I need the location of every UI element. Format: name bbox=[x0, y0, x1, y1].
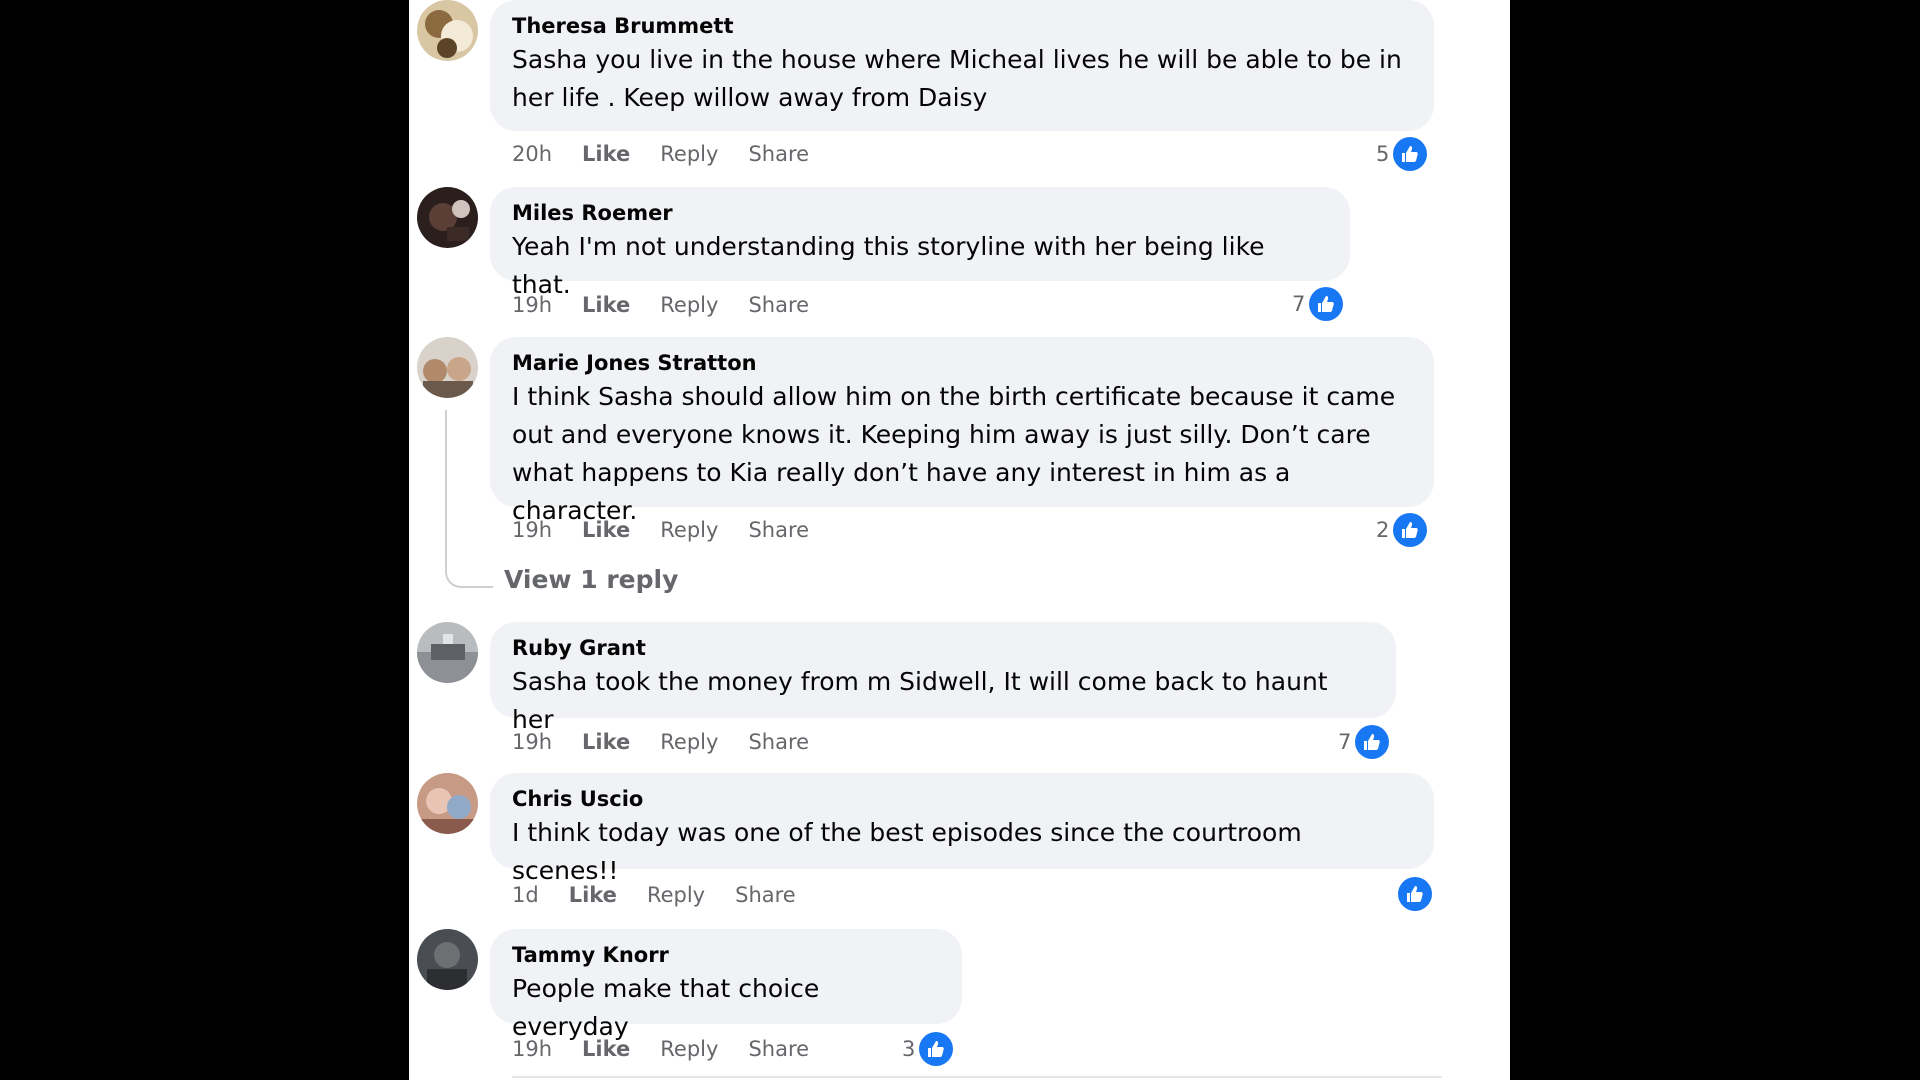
reply-button[interactable]: Reply bbox=[660, 730, 718, 754]
comment-actions: 19h Like Reply Share bbox=[512, 290, 839, 320]
thumbs-up-icon bbox=[1355, 725, 1390, 759]
reaction-count: 3 bbox=[902, 1037, 916, 1061]
comment-author[interactable]: Chris Uscio bbox=[512, 785, 1412, 814]
thumbs-up-icon bbox=[1309, 287, 1344, 321]
view-replies-link[interactable]: View 1 reply bbox=[504, 565, 678, 594]
divider bbox=[512, 1076, 1442, 1078]
like-button[interactable]: Like bbox=[569, 883, 617, 907]
like-button[interactable]: Like bbox=[582, 293, 630, 317]
comments-panel: Theresa Brummett Sasha you live in the h… bbox=[409, 0, 1510, 1080]
comment-author[interactable]: Miles Roemer bbox=[512, 199, 1328, 228]
comment-actions: 1d Like Reply Share bbox=[512, 880, 826, 910]
comment-timestamp[interactable]: 19h bbox=[512, 730, 552, 754]
reaction-summary[interactable] bbox=[1394, 877, 1432, 911]
comment-actions: 19h Like Reply Share bbox=[512, 515, 839, 545]
thumbs-up-icon bbox=[1393, 513, 1428, 547]
comment-bubble: Marie Jones Stratton I think Sasha shoul… bbox=[490, 337, 1434, 525]
thumbs-up-icon bbox=[919, 1032, 954, 1066]
comment-bubble: Theresa Brummett Sasha you live in the h… bbox=[490, 0, 1434, 131]
thumbs-up-icon bbox=[1393, 137, 1428, 171]
avatar[interactable] bbox=[417, 337, 478, 398]
like-button[interactable]: Like bbox=[582, 730, 630, 754]
reaction-summary[interactable]: 3 bbox=[902, 1032, 954, 1066]
avatar[interactable] bbox=[417, 929, 478, 990]
comment-timestamp[interactable]: 19h bbox=[512, 1037, 552, 1061]
comment-author[interactable]: Marie Jones Stratton bbox=[512, 349, 1412, 378]
comment-bubble: Miles Roemer Yeah I'm not understanding … bbox=[490, 187, 1350, 299]
comment-text: I think today was one of the best episod… bbox=[512, 818, 1302, 885]
avatar[interactable] bbox=[417, 187, 478, 248]
comment-timestamp[interactable]: 19h bbox=[512, 293, 552, 317]
reply-button[interactable]: Reply bbox=[647, 883, 705, 907]
comment-author[interactable]: Theresa Brummett bbox=[512, 12, 1412, 41]
comment-bubble: Ruby Grant Sasha took the money from m S… bbox=[490, 622, 1396, 734]
share-button[interactable]: Share bbox=[748, 293, 809, 317]
comment-author[interactable]: Ruby Grant bbox=[512, 634, 1374, 663]
like-button[interactable]: Like bbox=[582, 142, 630, 166]
avatar[interactable] bbox=[417, 773, 478, 834]
reaction-summary[interactable]: 5 bbox=[1376, 137, 1428, 171]
comment-actions: 19h Like Reply Share bbox=[512, 1034, 839, 1064]
comment-text: I think Sasha should allow him on the bi… bbox=[512, 382, 1396, 525]
comment-author[interactable]: Tammy Knorr bbox=[512, 941, 940, 970]
reply-button[interactable]: Reply bbox=[660, 142, 718, 166]
reply-button[interactable]: Reply bbox=[660, 293, 718, 317]
comment-actions: 19h Like Reply Share bbox=[512, 727, 839, 757]
reaction-summary[interactable]: 7 bbox=[1338, 725, 1390, 759]
reaction-count: 2 bbox=[1376, 518, 1390, 542]
avatar[interactable] bbox=[417, 0, 478, 61]
comment-text: Sasha you live in the house where Michea… bbox=[512, 45, 1402, 112]
share-button[interactable]: Share bbox=[748, 730, 809, 754]
avatar[interactable] bbox=[417, 622, 478, 683]
comment-timestamp[interactable]: 1d bbox=[512, 883, 539, 907]
reply-button[interactable]: Reply bbox=[660, 1037, 718, 1061]
share-button[interactable]: Share bbox=[735, 883, 796, 907]
share-button[interactable]: Share bbox=[748, 518, 809, 542]
like-button[interactable]: Like bbox=[582, 518, 630, 542]
comment-timestamp[interactable]: 19h bbox=[512, 518, 552, 542]
comment-timestamp[interactable]: 20h bbox=[512, 142, 552, 166]
reply-thread-line bbox=[445, 410, 493, 588]
screenshot-stage: Theresa Brummett Sasha you live in the h… bbox=[0, 0, 1920, 1080]
reaction-count: 7 bbox=[1292, 292, 1306, 316]
reaction-count: 7 bbox=[1338, 730, 1352, 754]
comment-actions: 20h Like Reply Share bbox=[512, 139, 839, 169]
comment-bubble: Chris Uscio I think today was one of the… bbox=[490, 773, 1434, 885]
reaction-summary[interactable]: 2 bbox=[1376, 513, 1428, 547]
thumbs-up-icon bbox=[1398, 877, 1432, 911]
comment-bubble: Tammy Knorr People make that choice ever… bbox=[490, 929, 962, 1041]
reaction-summary[interactable]: 7 bbox=[1292, 287, 1344, 321]
reply-button[interactable]: Reply bbox=[660, 518, 718, 542]
reaction-count: 5 bbox=[1376, 142, 1390, 166]
share-button[interactable]: Share bbox=[748, 142, 809, 166]
like-button[interactable]: Like bbox=[582, 1037, 630, 1061]
share-button[interactable]: Share bbox=[748, 1037, 809, 1061]
